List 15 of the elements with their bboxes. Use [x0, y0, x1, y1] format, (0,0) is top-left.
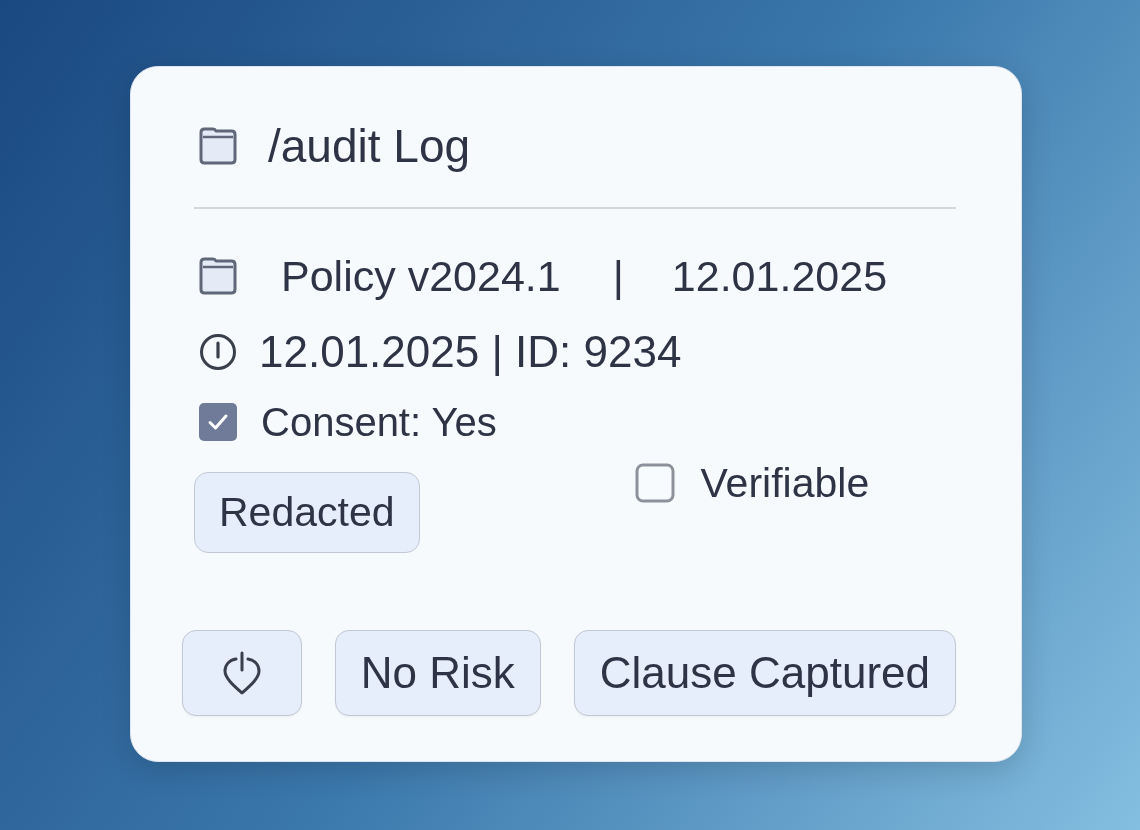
folder-icon — [198, 126, 238, 166]
checkbox[interactable] — [634, 463, 675, 503]
action-button[interactable]: No Risk — [334, 630, 541, 716]
verifiable-label: Verifiable — [700, 462, 870, 504]
separator: | — [612, 254, 624, 298]
policy-date: 12.01.2025 — [671, 254, 888, 298]
heart-button[interactable] — [182, 630, 302, 716]
tag-button[interactable]: Redacted — [194, 472, 420, 553]
policy-version: Policy v2024.1 — [281, 254, 561, 298]
record-info: 12.01.2025 | ID: 9234 — [259, 330, 682, 374]
info-icon — [199, 333, 237, 371]
checkbox[interactable] — [198, 402, 238, 442]
consent-label: Consent: Yes — [261, 402, 497, 442]
action-button[interactable]: Clause Captured — [573, 630, 956, 716]
folder-icon — [198, 256, 238, 296]
